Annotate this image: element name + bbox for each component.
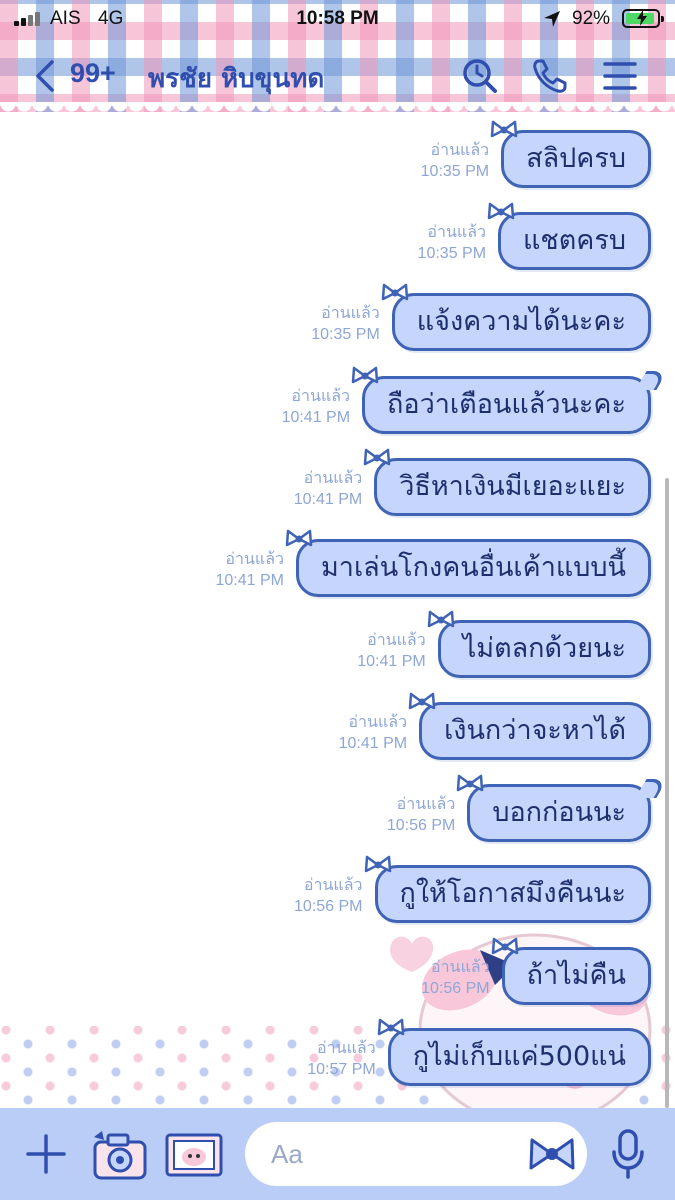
message-bubble[interactable]: แชตครบ — [487, 202, 651, 270]
message-bubble[interactable]: บอกก่อนนะ — [457, 774, 651, 842]
message-text: สลิปครบ — [526, 143, 626, 174]
charging-bolt-icon — [637, 10, 647, 26]
message-time: 10:41 PM — [338, 735, 408, 752]
bow-icon — [457, 774, 484, 792]
battery-icon — [622, 9, 664, 28]
bow-icon — [377, 1018, 404, 1036]
message-row: อ่านแล้ว 10:41 PM เงินกว่าจะหาได้ — [338, 692, 651, 760]
location-arrow-icon — [544, 11, 560, 27]
scrollbar[interactable] — [665, 478, 669, 1108]
bow-icon — [408, 692, 436, 710]
search-icon[interactable] — [460, 56, 500, 96]
input-bar — [0, 1108, 675, 1200]
message-time: 10:56 PM — [294, 898, 363, 915]
message-text: แจ้งความได้นะคะ — [416, 306, 626, 337]
message-bubble[interactable]: กูให้โอกาสมึงคืนนะ — [364, 855, 651, 923]
read-status: อ่านแล้ว — [430, 142, 490, 159]
chat-header: AIS 4G 10:58 PM 92% 99+ พรชัย หิบขุนทด — [0, 0, 675, 112]
message-bubble[interactable]: ไม่ตลกด้วยนะ — [427, 610, 651, 678]
message-row: อ่านแล้ว 10:41 PM มาเล่นโกงคนอื่นเค้าแบบ… — [215, 529, 651, 597]
message-time: 10:41 PM — [293, 491, 363, 508]
read-status: อ่านแล้ว — [303, 470, 363, 487]
message-text: วิธีหาเงินมีเยอะแยะ — [399, 471, 626, 502]
message-row: อ่านแล้ว 10:56 PM บอกก่อนนะ — [386, 774, 651, 842]
lace-trim — [0, 104, 675, 112]
chat-title[interactable]: พรชัย หิบขุนทด — [148, 58, 324, 99]
bow-icon — [351, 366, 379, 384]
read-status: อ่านแล้ว — [225, 551, 284, 568]
message-bubble[interactable]: ถือว่าเตือนแล้วนะคะ — [351, 366, 651, 434]
message-row: อ่านแล้ว 10:41 PM ไม่ตลกด้วยนะ — [357, 610, 651, 678]
bow-icon — [364, 855, 391, 873]
message-row: อ่านแล้ว 10:56 PM กูให้โอกาสมึงคืนนะ — [294, 855, 651, 923]
message-time: 10:56 PM — [421, 980, 490, 997]
unread-count[interactable]: 99+ — [70, 58, 116, 89]
message-bubble[interactable]: กูไม่เก็บแค่500แน่ — [377, 1018, 651, 1086]
message-row: อ่านแล้ว 10:35 PM แชตครบ — [417, 202, 651, 270]
message-bubble[interactable]: แจ้งความได้นะคะ — [381, 283, 651, 351]
message-text: แชตครบ — [523, 225, 626, 256]
bow-icon — [285, 529, 313, 547]
read-status: อ่านแล้ว — [396, 796, 456, 813]
read-status: อ่านแล้ว — [430, 959, 490, 976]
message-bubble[interactable]: วิธีหาเงินมีเยอะแยะ — [363, 448, 651, 516]
message-row: อ่านแล้ว 10:41 PM ถือว่าเตือนแล้วนะคะ — [281, 366, 651, 434]
message-text: เงินกว่าจะหาได้ — [444, 715, 626, 746]
message-time: 10:41 PM — [281, 409, 351, 426]
bow-icon — [490, 120, 518, 138]
message-text: ถ้าไม่คืน — [526, 960, 626, 991]
message-time: 10:56 PM — [386, 817, 456, 834]
message-text: ไม่ตลกด้วยนะ — [462, 633, 626, 664]
plus-icon[interactable] — [24, 1132, 68, 1176]
read-status: อ่านแล้ว — [367, 632, 426, 649]
message-bubble[interactable]: สลิปครบ — [490, 120, 651, 188]
read-status: อ่านแล้ว — [348, 714, 408, 731]
microphone-icon[interactable] — [610, 1128, 646, 1180]
message-bubble[interactable]: ถ้าไม่คืน — [491, 937, 651, 1005]
read-status: อ่านแล้ว — [291, 388, 351, 405]
camera-icon[interactable] — [92, 1128, 148, 1182]
battery-percentage: 92% — [572, 8, 611, 29]
message-time: 10:41 PM — [215, 572, 284, 589]
message-time: 10:57 PM — [307, 1061, 376, 1078]
message-row: อ่านแล้ว 10:56 PM ถ้าไม่คืน — [421, 937, 651, 1005]
message-row: อ่านแล้ว 10:35 PM สลิปครบ — [420, 120, 651, 188]
message-text: กูให้โอกาสมึงคืนนะ — [399, 878, 627, 909]
message-text: กูไม่เก็บแค่500แน่ — [412, 1041, 626, 1072]
message-time: 10:35 PM — [420, 163, 490, 180]
read-status: อ่านแล้ว — [317, 1040, 376, 1057]
message-bubble[interactable]: เงินกว่าจะหาได้ — [408, 692, 651, 760]
message-row: อ่านแล้ว 10:41 PM วิธีหาเงินมีเยอะแยะ — [293, 448, 651, 516]
message-text: บอกก่อนนะ — [492, 797, 626, 828]
message-time: 10:41 PM — [357, 653, 426, 670]
menu-icon[interactable] — [600, 56, 640, 96]
bow-icon — [363, 448, 391, 466]
message-time: 10:35 PM — [417, 245, 487, 262]
message-bubble[interactable]: มาเล่นโกงคนอื่นเค้าแบบนี้ — [285, 529, 651, 597]
message-row: อ่านแล้ว 10:57 PM กูไม่เก็บแค่500แน่ — [307, 1018, 651, 1086]
bow-icon — [487, 202, 515, 220]
bow-sticker-icon[interactable] — [528, 1134, 576, 1174]
message-time: 10:35 PM — [311, 326, 380, 343]
back-chevron-icon[interactable] — [28, 56, 66, 96]
nav-bar: 99+ พรชัย หิบขุนทด — [0, 48, 675, 104]
bow-icon — [491, 937, 518, 955]
message-row: อ่านแล้ว 10:35 PM แจ้งความได้นะคะ — [311, 283, 651, 351]
message-text: มาเล่นโกงคนอื่นเค้าแบบนี้ — [320, 552, 626, 583]
bow-icon — [381, 283, 409, 301]
message-list[interactable]: อ่านแล้ว 10:35 PM สลิปครบ อ่านแล้ว 10:35… — [0, 120, 675, 1108]
read-status: อ่านแล้ว — [321, 305, 380, 322]
bow-icon — [427, 610, 454, 628]
phone-icon[interactable] — [530, 56, 570, 96]
photo-icon[interactable] — [164, 1132, 224, 1178]
read-status: อ่านแล้ว — [427, 224, 487, 241]
status-bar: AIS 4G 10:58 PM 92% — [0, 0, 675, 38]
message-text: ถือว่าเตือนแล้วนะคะ — [387, 389, 626, 420]
read-status: อ่านแล้ว — [303, 877, 363, 894]
